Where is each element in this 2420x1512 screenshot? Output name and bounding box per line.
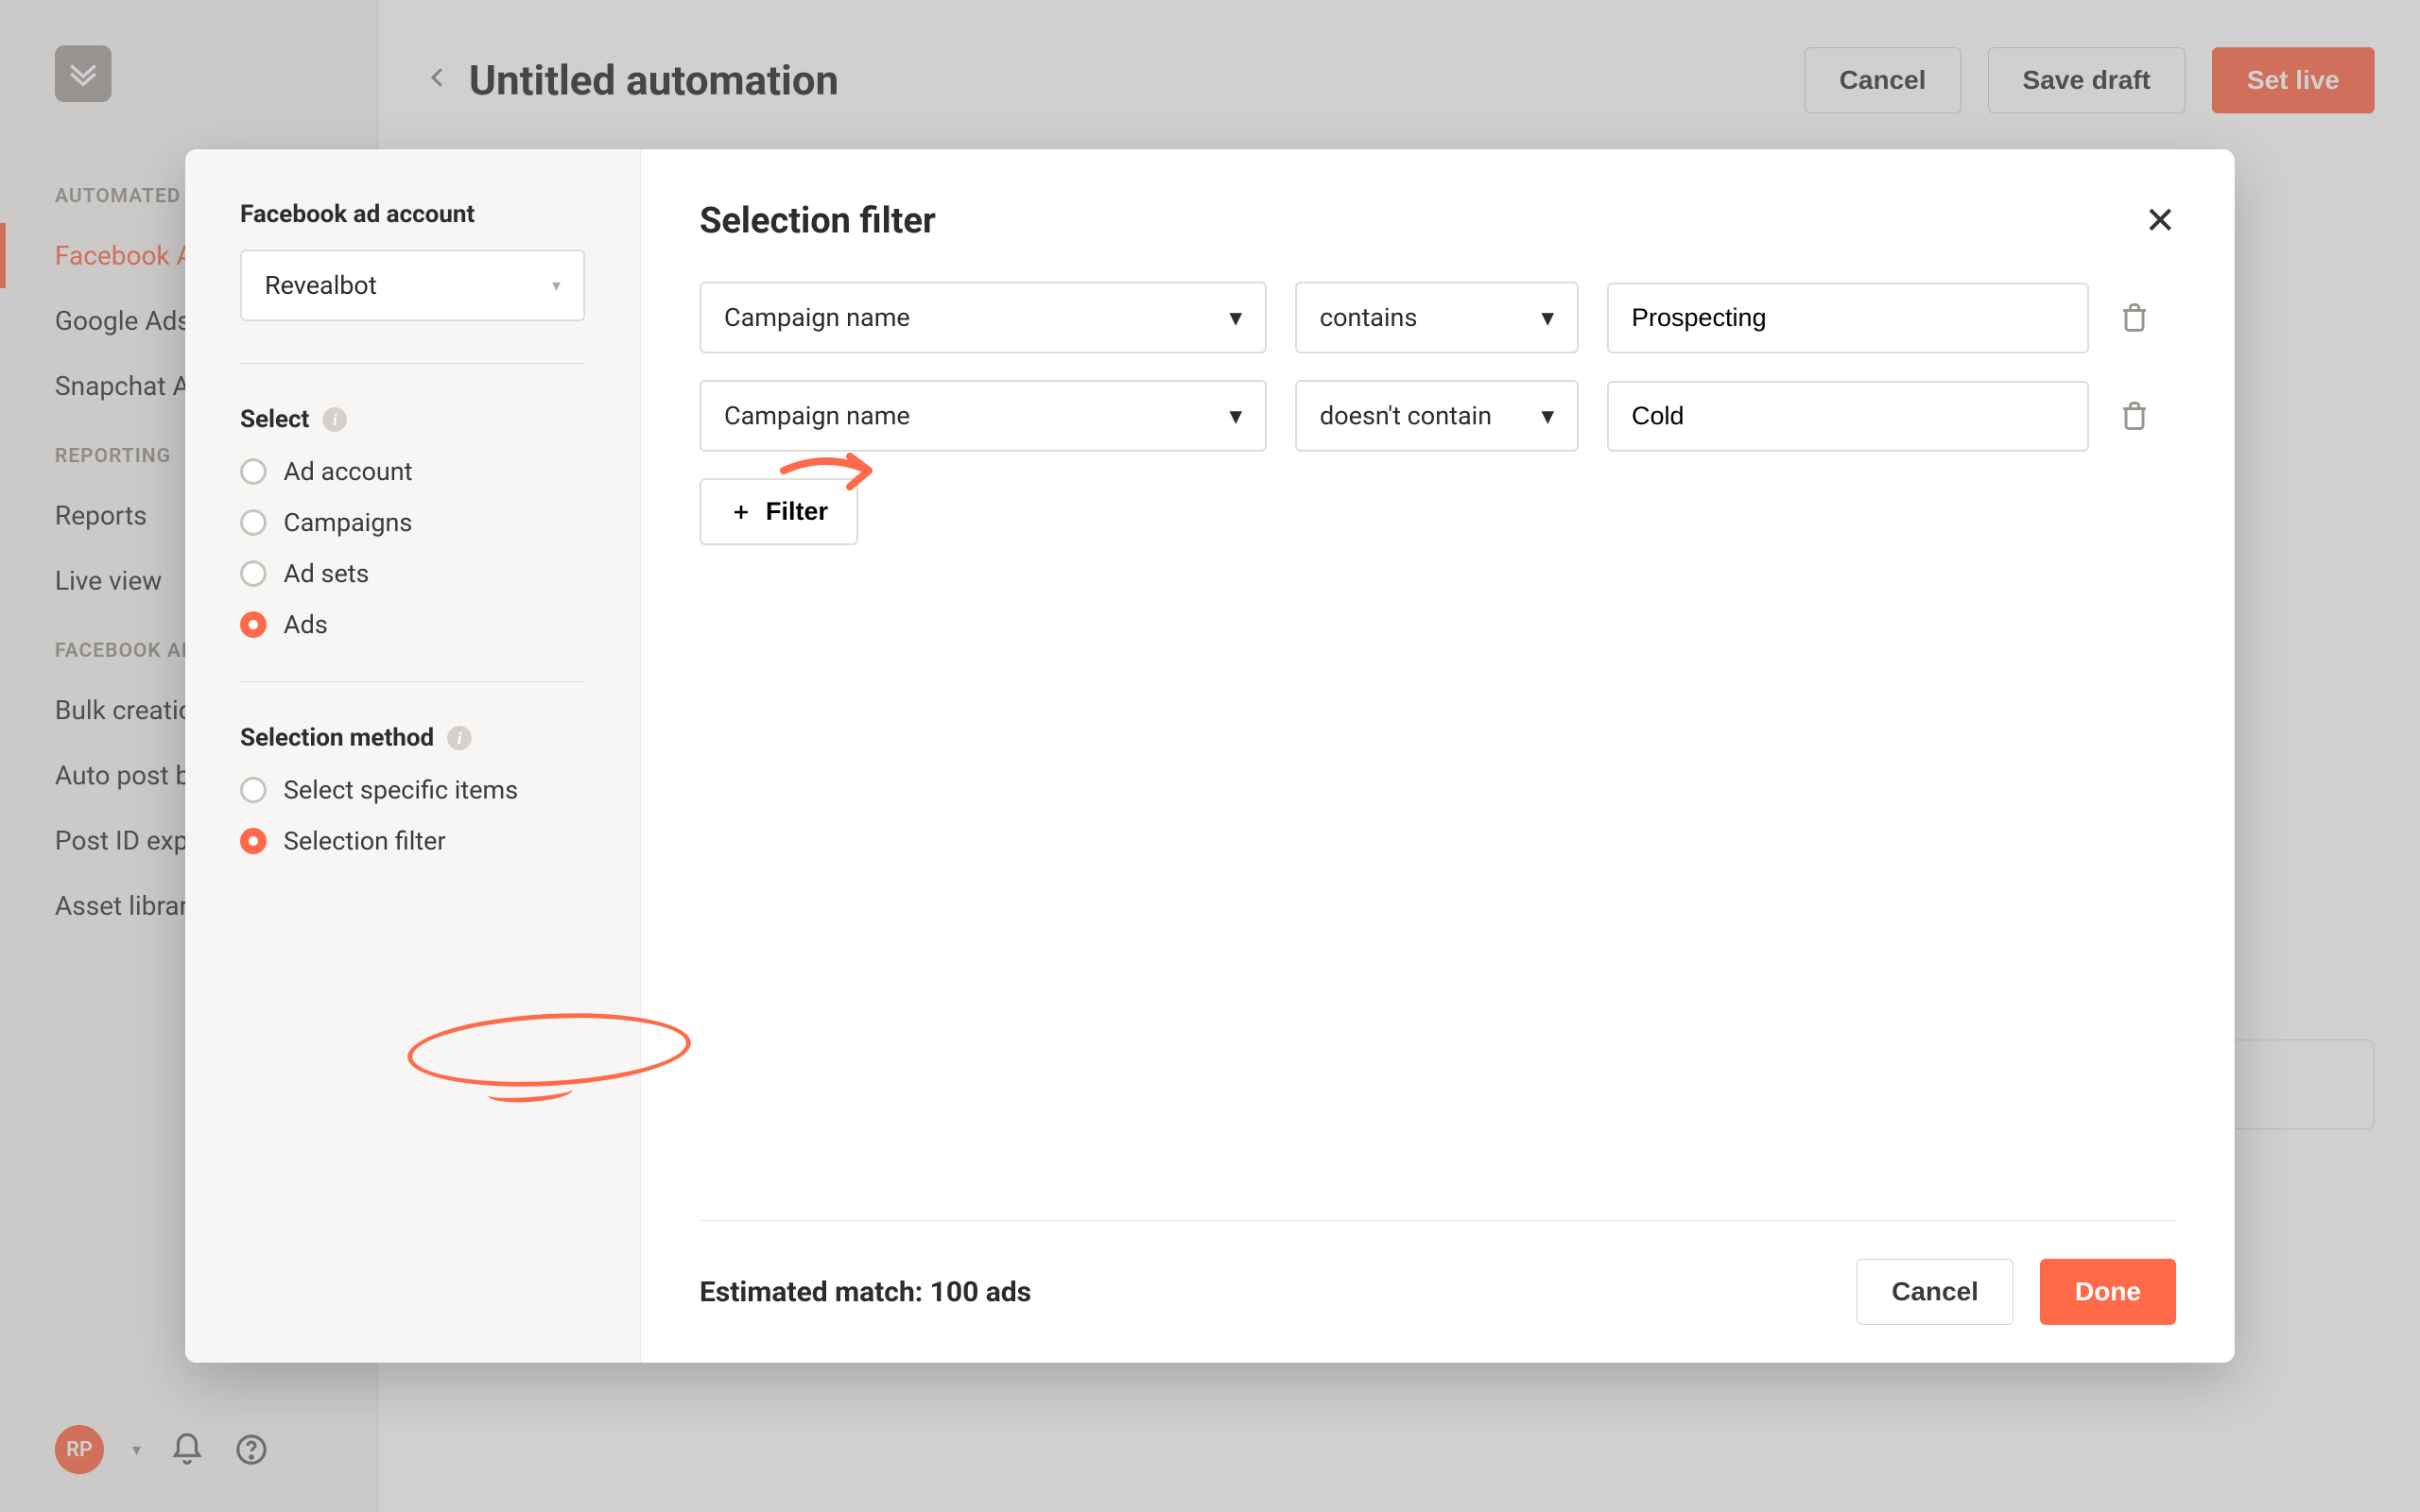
add-filter-button[interactable]: Filter	[700, 478, 858, 545]
chevron-down-icon	[1229, 302, 1242, 333]
radio-select-specific[interactable]: Select specific items	[240, 775, 585, 805]
close-icon[interactable]: ✕	[2144, 202, 2176, 240]
ad-account-value: Revealbot	[265, 270, 377, 301]
modal-title: Selection filter	[700, 200, 936, 242]
modal-left-pane: Facebook ad account Revealbot Select i A…	[185, 149, 641, 1363]
filter-row: Campaign name contains	[700, 282, 2176, 353]
chevron-down-icon	[1541, 302, 1554, 333]
trash-icon[interactable]	[2118, 399, 2152, 433]
filter-value-input[interactable]	[1607, 381, 2089, 452]
radio-campaigns[interactable]: Campaigns	[240, 507, 585, 538]
chevron-down-icon	[1229, 401, 1242, 431]
radio-ad-sets[interactable]: Ad sets	[240, 558, 585, 589]
ad-account-label: Facebook ad account	[240, 200, 585, 229]
filter-operator-select[interactable]: doesn't contain	[1295, 380, 1579, 452]
estimated-match: Estimated match: 100 ads	[700, 1276, 1031, 1309]
filter-field-select[interactable]: Campaign name	[700, 380, 1267, 452]
trash-icon[interactable]	[2118, 301, 2152, 335]
modal-right-pane: Selection filter ✕ Campaign name contain…	[641, 149, 2235, 1363]
ad-account-select[interactable]: Revealbot	[240, 249, 585, 321]
filter-value-input[interactable]	[1607, 283, 2089, 353]
modal-done-button[interactable]: Done	[2040, 1259, 2176, 1325]
radio-selection-filter[interactable]: Selection filter	[240, 826, 585, 856]
info-icon[interactable]: i	[447, 726, 472, 750]
modal-cancel-button[interactable]: Cancel	[1857, 1259, 2014, 1325]
radio-ad-account[interactable]: Ad account	[240, 456, 585, 487]
plus-icon	[730, 501, 752, 524]
info-icon[interactable]: i	[322, 407, 347, 432]
filter-row: Campaign name doesn't contain	[700, 380, 2176, 452]
filter-operator-select[interactable]: contains	[1295, 282, 1579, 353]
chevron-down-icon	[1541, 401, 1554, 431]
method-radio-group: Select specific items Selection filter	[240, 775, 585, 856]
selection-method-label: Selection method	[240, 724, 434, 752]
select-radio-group: Ad account Campaigns Ad sets Ads	[240, 456, 585, 640]
chevron-down-icon	[552, 276, 561, 296]
filter-field-select[interactable]: Campaign name	[700, 282, 1267, 353]
selection-filter-modal: Facebook ad account Revealbot Select i A…	[185, 149, 2235, 1363]
select-label: Select	[240, 405, 309, 434]
radio-ads[interactable]: Ads	[240, 610, 585, 640]
